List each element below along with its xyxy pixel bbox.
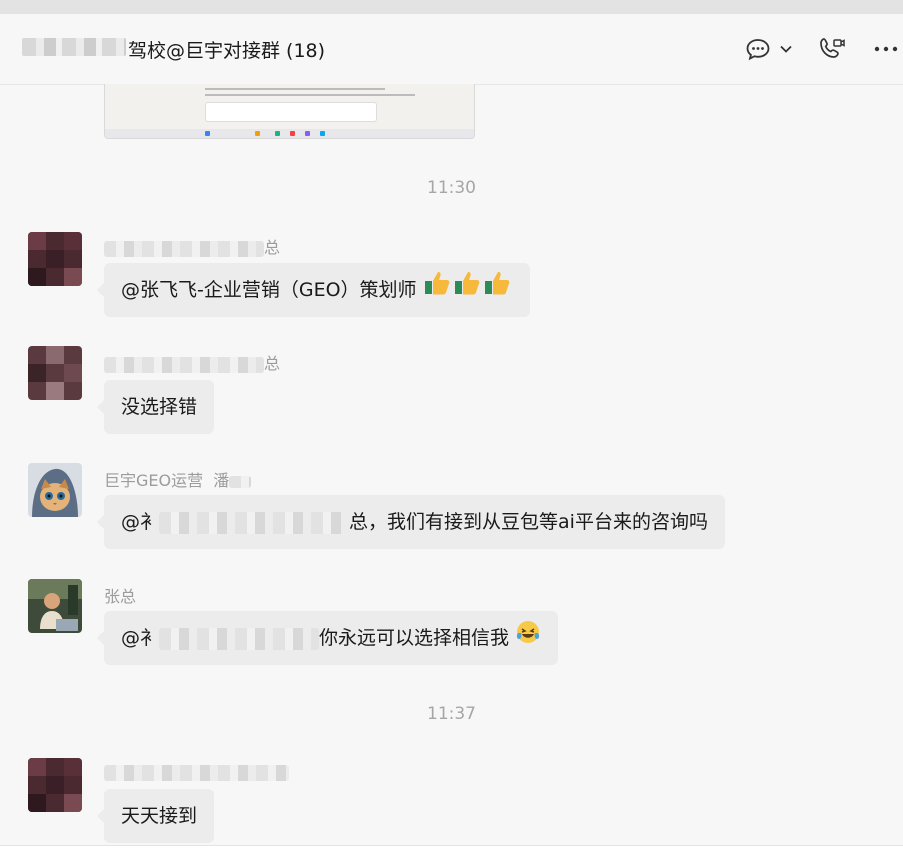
blurred-mention bbox=[159, 627, 320, 650]
message-bubble[interactable]: @衤 你永远可以选择相信我 bbox=[96, 611, 559, 666]
sender-name: 巨宇GEO运营 潘 bbox=[104, 467, 252, 491]
blurred-sender-name bbox=[104, 764, 289, 781]
laughing-crying-icon bbox=[515, 612, 541, 666]
message-bubble[interactable]: @衤 总，我们有接到从豆包等ai平台来的咨询吗 bbox=[97, 495, 725, 549]
chevron-down-icon[interactable] bbox=[776, 36, 796, 62]
avatar[interactable] bbox=[28, 346, 82, 400]
message-text: 没选择错 bbox=[121, 396, 198, 418]
mention-prefix: @衤 bbox=[121, 627, 160, 649]
chat-header: 驾校@巨宇对接群 (18) bbox=[0, 14, 903, 85]
more-icon[interactable] bbox=[872, 36, 900, 62]
timestamp: 11:30 bbox=[427, 178, 476, 198]
avatar[interactable] bbox=[28, 758, 82, 812]
sender-name: 总 bbox=[104, 350, 280, 374]
message-bubble[interactable]: 没选择错 bbox=[96, 380, 215, 434]
blurred-sender-name bbox=[104, 356, 264, 373]
sender-name bbox=[104, 762, 289, 781]
thumbs-up-icon bbox=[423, 264, 513, 318]
shared-screenshot-image[interactable] bbox=[104, 84, 475, 139]
video-call-icon[interactable] bbox=[818, 36, 846, 62]
message-text: 天天接到 bbox=[121, 805, 198, 827]
blurred-mention bbox=[159, 511, 350, 534]
sender-name: 总 bbox=[104, 234, 280, 258]
avatar[interactable] bbox=[28, 232, 82, 286]
message-text: @张飞飞-企业营销（GEO）策划师 bbox=[121, 279, 417, 301]
blurred-sender-extra bbox=[229, 475, 252, 488]
sender-name: 张总 bbox=[104, 587, 137, 606]
window-top-strip bbox=[0, 0, 903, 14]
message-text: 总，我们有接到从豆包等ai平台来的咨询吗 bbox=[349, 511, 708, 533]
mention-prefix: @衤 bbox=[121, 511, 160, 533]
timestamp: 11:37 bbox=[427, 704, 476, 724]
title-blurred-prefix bbox=[22, 38, 126, 56]
blurred-sender-name bbox=[104, 240, 264, 257]
chat-title: 驾校@巨宇对接群 (18) bbox=[128, 40, 326, 62]
thumb-taskbar bbox=[105, 129, 474, 138]
input-area-edge bbox=[0, 845, 903, 856]
thumb-input-box bbox=[205, 102, 377, 122]
message-text: 你永远可以选择相信我 bbox=[319, 627, 510, 649]
avatar[interactable] bbox=[28, 463, 82, 517]
message-bubble[interactable]: 天天接到 bbox=[96, 789, 215, 843]
chat-bubble-icon[interactable] bbox=[744, 36, 772, 62]
avatar[interactable] bbox=[28, 579, 82, 633]
message-bubble[interactable]: @张飞飞-企业营销（GEO）策划师 bbox=[97, 263, 530, 318]
